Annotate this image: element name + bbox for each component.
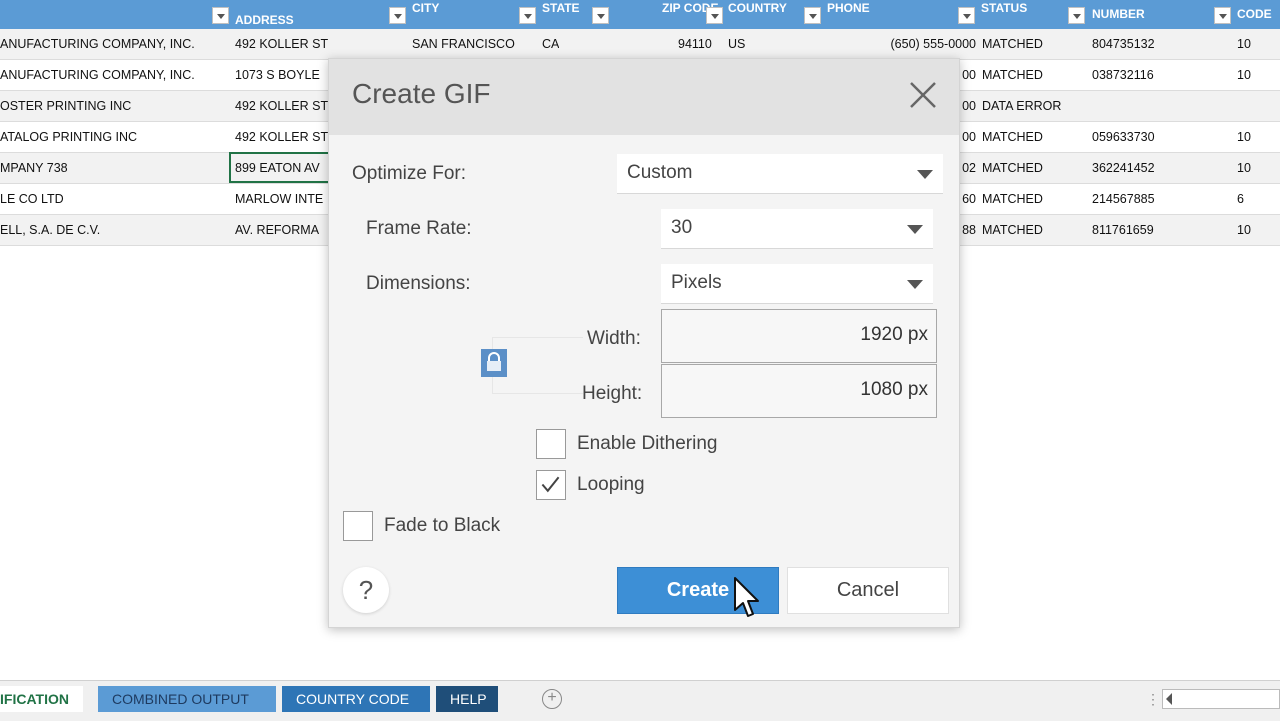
filter-dropdown-icon[interactable] — [592, 7, 609, 24]
cell-name[interactable]: ATALOG PRINTING INC — [0, 122, 137, 152]
fade-to-black-checkbox[interactable] — [343, 511, 373, 541]
horizontal-scrollbar[interactable] — [1162, 689, 1280, 709]
close-icon[interactable] — [907, 79, 939, 111]
selected-cell-outline — [229, 152, 333, 183]
cell-zip[interactable]: 94110 — [678, 29, 712, 59]
cell-state[interactable]: CA — [542, 29, 559, 59]
enable-dithering-label[interactable]: Enable Dithering — [577, 433, 717, 455]
dimensions-select[interactable]: Pixels — [661, 264, 933, 304]
cancel-button[interactable]: Cancel — [787, 567, 949, 614]
height-input[interactable]: 1080 px — [661, 364, 937, 418]
optimize-for-label: Optimize For: — [352, 163, 467, 184]
cell-code[interactable]: 10 — [1237, 60, 1251, 90]
table-row: ANUFACTURING COMPANY, INC. 492 KOLLER ST S… — [0, 29, 1280, 60]
cell-address[interactable]: 492 KOLLER ST — [235, 91, 330, 121]
cell-status[interactable]: MATCHED — [982, 184, 1043, 214]
filter-dropdown-icon[interactable] — [519, 7, 536, 24]
cell-name[interactable]: OSTER PRINTING INC — [0, 91, 131, 121]
dimensions-label: Dimensions: — [366, 273, 471, 294]
column-header-code[interactable]: CODE — [1237, 0, 1272, 29]
frame-rate-value: 30 — [671, 217, 693, 238]
fade-to-black-label[interactable]: Fade to Black — [384, 515, 500, 537]
cell-status[interactable]: MATCHED — [982, 153, 1043, 183]
cell-address[interactable]: AV. REFORMA — [235, 215, 330, 245]
column-header-number[interactable]: NUMBER — [1092, 0, 1145, 29]
height-label: Height: — [582, 383, 643, 404]
cell-address[interactable]: 492 KOLLER ST — [235, 122, 330, 152]
cell-status[interactable]: DATA ERROR — [982, 91, 1061, 121]
filter-dropdown-icon[interactable] — [706, 7, 723, 24]
cell-code[interactable]: 6 — [1237, 184, 1244, 214]
sheet-tab-country-code[interactable]: COUNTRY CODE — [282, 686, 430, 712]
optimize-for-select[interactable]: Custom — [617, 154, 943, 194]
cell-phone[interactable]: (650) 555-0000 — [868, 29, 976, 59]
scroll-left-arrow-icon[interactable] — [1166, 693, 1172, 705]
column-header-row: ADDRESS CITY STATE ZIP CODE COUNTRY PHON… — [0, 0, 1280, 29]
filter-dropdown-icon[interactable] — [389, 7, 406, 24]
cell-address[interactable]: 1073 S BOYLE — [235, 60, 330, 90]
cell-name[interactable]: ANUFACTURING COMPANY, INC. — [0, 60, 195, 90]
width-input[interactable]: 1920 px — [661, 309, 937, 363]
cell-number[interactable]: 804735132 — [1092, 29, 1155, 59]
cell-status[interactable]: MATCHED — [982, 122, 1043, 152]
dialog-title: Create GIF — [352, 78, 491, 109]
cell-status[interactable]: MATCHED — [982, 60, 1043, 90]
dimensions-value: Pixels — [671, 272, 722, 293]
mouse-cursor-icon — [734, 577, 759, 617]
cell-number[interactable]: 362241452 — [1092, 153, 1155, 183]
cell-status[interactable]: MATCHED — [982, 29, 1043, 59]
create-gif-dialog: Create GIF Optimize For: Custom Frame Ra… — [328, 58, 960, 628]
lock-icon[interactable] — [481, 349, 507, 377]
filter-dropdown-icon[interactable] — [212, 7, 229, 24]
cell-city[interactable]: SAN FRANCISCO — [412, 29, 515, 59]
width-value: 1920 px — [860, 324, 928, 345]
enable-dithering-checkbox[interactable] — [536, 429, 566, 459]
height-value: 1080 px — [860, 379, 928, 400]
width-label: Width: — [587, 328, 641, 349]
cell-address[interactable]: 492 KOLLER ST — [235, 29, 330, 59]
cell-country[interactable]: US — [728, 29, 745, 59]
chevron-down-icon — [907, 280, 923, 289]
cell-name[interactable]: ANUFACTURING COMPANY, INC. — [0, 29, 195, 59]
dialog-title-bar: Create GIF — [329, 59, 959, 135]
sheet-tab-combined-output[interactable]: COMBINED OUTPUT — [98, 686, 276, 712]
sheet-tab-verification[interactable]: IFICATION — [0, 686, 83, 712]
cell-address[interactable]: MARLOW INTE — [235, 184, 330, 214]
cell-number[interactable]: 038732116 — [1092, 60, 1154, 90]
checkmark-icon — [541, 476, 560, 493]
chevron-down-icon — [907, 225, 923, 234]
frame-rate-select[interactable]: 30 — [661, 209, 933, 249]
cell-name[interactable]: ELL, S.A. DE C.V. — [0, 215, 100, 245]
cell-number[interactable]: 059633730 — [1092, 122, 1155, 152]
filter-dropdown-icon[interactable] — [958, 7, 975, 24]
filter-dropdown-icon[interactable] — [804, 7, 821, 24]
filter-dropdown-icon[interactable] — [1068, 7, 1085, 24]
cell-name[interactable]: LE CO LTD — [0, 184, 64, 214]
cell-name[interactable]: MPANY 738 — [0, 153, 68, 183]
sheet-tab-bar: IFICATION COMBINED OUTPUT COUNTRY CODE H… — [0, 680, 1280, 721]
cell-number[interactable]: 214567885 — [1092, 184, 1155, 214]
frame-rate-label: Frame Rate: — [366, 218, 472, 239]
help-button[interactable]: ? — [343, 567, 389, 613]
optimize-for-value: Custom — [627, 162, 693, 183]
add-sheet-icon[interactable]: + — [542, 689, 562, 709]
cell-code[interactable]: 10 — [1237, 122, 1251, 152]
cell-code[interactable]: 10 — [1237, 215, 1251, 245]
chevron-down-icon — [917, 170, 933, 179]
cell-code[interactable]: 10 — [1237, 153, 1251, 183]
filter-dropdown-icon[interactable] — [1214, 7, 1231, 24]
cell-number[interactable]: 811761659 — [1092, 215, 1154, 245]
looping-checkbox[interactable] — [536, 470, 566, 500]
looping-label[interactable]: Looping — [577, 474, 645, 496]
tab-splitter-icon[interactable]: ⋮ — [1146, 691, 1160, 708]
cell-code[interactable]: 10 — [1237, 29, 1251, 59]
sheet-tab-help[interactable]: HELP — [436, 686, 498, 712]
cell-status[interactable]: MATCHED — [982, 215, 1043, 245]
